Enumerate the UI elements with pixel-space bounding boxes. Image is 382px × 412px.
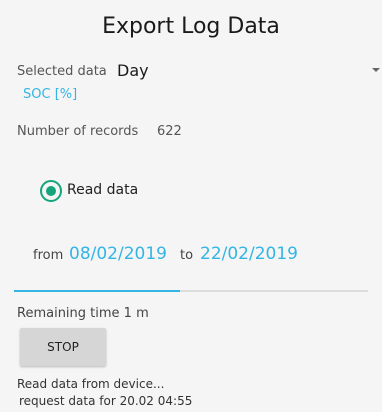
progress-bar — [14, 290, 368, 292]
from-label: from — [33, 248, 64, 263]
selected-data-dropdown[interactable]: Day — [117, 61, 149, 80]
to-date-picker[interactable]: 22/02/2019 — [200, 244, 298, 264]
log-line-1: Read data from device... — [17, 377, 165, 391]
radio-selected-icon — [46, 186, 56, 196]
records-count: 622 — [157, 124, 182, 139]
selected-data-label: Selected data — [17, 64, 107, 79]
log-line-2: request data for 20.02 04:55 — [19, 394, 193, 408]
selected-data-secondary[interactable]: SOC [%] — [23, 87, 77, 102]
to-label: to — [180, 248, 194, 263]
from-date-picker[interactable]: 08/02/2019 — [69, 244, 167, 264]
records-label: Number of records — [17, 124, 139, 139]
stop-button[interactable]: STOP — [20, 328, 106, 366]
read-data-label[interactable]: Read data — [67, 182, 138, 198]
read-data-radio[interactable] — [40, 180, 62, 202]
remaining-time: Remaining time 1 m — [17, 306, 149, 321]
progress-bar-fill — [14, 290, 181, 292]
page-title: Export Log Data — [102, 14, 280, 39]
dropdown-arrow-icon[interactable] — [372, 68, 380, 72]
